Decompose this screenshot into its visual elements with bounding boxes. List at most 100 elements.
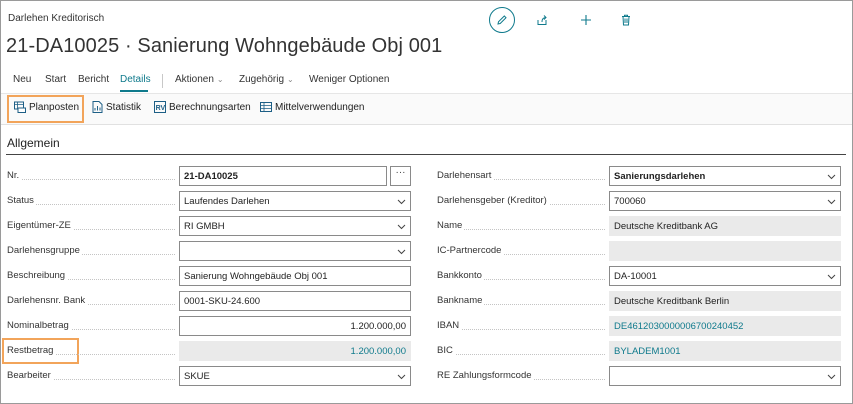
edit-icon <box>497 15 507 25</box>
highlight-planposten <box>7 95 84 123</box>
field-value: 700060 <box>614 196 646 207</box>
svg-text:RV: RV <box>156 105 166 112</box>
nominalbetrag-input[interactable]: 1.200.000,00 <box>179 316 411 336</box>
menu-aktionen-label: Aktionen <box>175 74 214 85</box>
add-button[interactable] <box>573 7 599 33</box>
chevron-down-icon <box>397 374 406 380</box>
chevron-down-icon: ⌄ <box>216 75 224 84</box>
field-label: BIC <box>437 345 455 356</box>
breadcrumb[interactable]: Darlehen Kreditorisch <box>8 13 104 24</box>
field-value: DA-10001 <box>614 271 657 282</box>
darlehensgruppe-select[interactable] <box>179 241 411 261</box>
chevron-down-icon <box>397 249 406 255</box>
field-label: Restbetrag <box>7 345 56 356</box>
delete-button[interactable] <box>613 7 639 33</box>
menu-details[interactable]: Details <box>120 74 151 85</box>
calculation-icon: RV <box>154 101 166 113</box>
darlehensgeber-select[interactable]: 700060 <box>609 191 841 211</box>
mittelverwendungen-label: Mittelverwendungen <box>275 101 365 113</box>
chevron-down-icon: ⌄ <box>287 75 294 84</box>
menu-start[interactable]: Start <box>45 74 66 85</box>
ic-partnercode-value <box>609 241 841 261</box>
field-darlehensgruppe: Darlehensgruppe <box>7 241 411 261</box>
berechnungsarten-label: Berechnungsarten <box>169 101 251 113</box>
menu-weniger-optionen[interactable]: Weniger Optionen <box>309 74 389 85</box>
field-label: Darlehensgeber (Kreditor) <box>437 195 549 206</box>
menu-aktionen[interactable]: Aktionen ⌄ <box>175 74 224 85</box>
leader-dots <box>7 179 175 180</box>
active-tab-indicator <box>120 90 148 92</box>
field-label: Darlehensart <box>437 170 494 181</box>
field-bankkonto: Bankkonto DA-10001 <box>437 266 841 286</box>
berechnungsarten-button[interactable]: RV Berechnungsarten <box>154 101 251 113</box>
table-icon <box>260 102 272 112</box>
field-label: Bearbeiter <box>7 370 53 381</box>
chevron-down-icon <box>397 224 406 230</box>
beschreibung-input[interactable]: Sanierung Wohngebäude Obj 001 <box>179 266 411 286</box>
delete-icon <box>622 14 630 26</box>
page-frame: Darlehen Kreditorisch 21-DA10025 · Sanie… <box>0 0 853 404</box>
field-re-zahlungsformcode: RE Zahlungsformcode <box>437 366 841 386</box>
field-nominalbetrag: Nominalbetrag 1.200.000,00 <box>7 316 411 336</box>
share-icon <box>537 15 547 25</box>
mittelverwendungen-button[interactable]: Mittelverwendungen <box>260 101 365 113</box>
field-nr: Nr. 21-DA10025 ··· <box>7 166 411 186</box>
page-title: 21-DA10025 · Sanierung Wohngebäude Obj 0… <box>6 35 443 57</box>
field-label: Eigentümer-ZE <box>7 220 73 231</box>
field-value: RI GMBH <box>184 221 225 232</box>
field-iban: IBAN DE46120300000067002404​52 <box>437 316 841 336</box>
menu-zugehoerig-label: Zugehörig <box>239 74 285 85</box>
statistics-icon <box>92 101 103 113</box>
darlehensnr-bank-input[interactable]: 0001-SKU-24.600 <box>179 291 411 311</box>
iban-value[interactable]: DE46120300000067002404​52 <box>609 316 841 336</box>
field-status: Status Laufendes Darlehen <box>7 191 411 211</box>
eigentuemer-ze-select[interactable]: RI GMBH <box>179 216 411 236</box>
bic-value[interactable]: BYLADEM1001 <box>609 341 841 361</box>
bankkonto-select[interactable]: DA-10001 <box>609 266 841 286</box>
bearbeiter-select[interactable]: SKUE <box>179 366 411 386</box>
menu-bericht[interactable]: Bericht <box>78 74 109 85</box>
field-bankname: Bankname Deutsche Kreditbank Berlin <box>437 291 841 311</box>
menu-zugehoerig[interactable]: Zugehörig ⌄ <box>239 74 294 85</box>
restbetrag-value[interactable]: 1.200.000,00 <box>179 341 411 361</box>
bankname-value: Deutsche Kreditbank Berlin <box>609 291 841 311</box>
field-eigentuemer-ze: Eigentümer-ZE RI GMBH <box>7 216 411 236</box>
nr-input[interactable]: 21-DA10025 <box>179 166 387 186</box>
field-label: IC-Partnercode <box>437 245 504 256</box>
field-beschreibung: Beschreibung Sanierung Wohngebäude Obj 0… <box>7 266 411 286</box>
field-label: Nominalbetrag <box>7 320 71 331</box>
leader-dots <box>437 329 605 330</box>
status-select[interactable]: Laufendes Darlehen <box>179 191 411 211</box>
assist-edit-button[interactable]: ··· <box>390 166 411 186</box>
field-label: Beschreibung <box>7 270 68 281</box>
field-label: RE Zahlungsformcode <box>437 370 534 381</box>
menu-neu[interactable]: Neu <box>13 74 31 85</box>
field-name: Name Deutsche Kreditbank AG <box>437 216 841 236</box>
share-button[interactable] <box>529 7 555 33</box>
section-title[interactable]: Allgemein <box>7 136 60 150</box>
statistik-label: Statistik <box>106 101 142 113</box>
add-icon <box>581 15 591 25</box>
chevron-down-icon <box>827 374 836 380</box>
chevron-down-icon <box>827 199 836 205</box>
field-label: Status <box>7 195 36 206</box>
promoted-actions-bar: Planposten Statistik RV Berechnungsarten… <box>1 94 852 124</box>
field-value: SKUE <box>184 371 210 382</box>
field-label: IBAN <box>437 320 462 331</box>
statistik-button[interactable]: Statistik <box>92 101 141 113</box>
section-divider <box>6 154 846 155</box>
field-label: Darlehensgruppe <box>7 245 82 256</box>
field-label: Bankkonto <box>437 270 484 281</box>
edit-button[interactable] <box>489 7 515 33</box>
field-bic: BIC BYLADEM1001 <box>437 341 841 361</box>
darlehensart-select[interactable]: Sanierungsdarlehen <box>609 166 841 186</box>
field-label: Name <box>437 220 465 231</box>
field-label: Nr. <box>7 170 22 181</box>
field-label: Bankname <box>437 295 485 306</box>
field-darlehensgeber: Darlehensgeber (Kreditor) 700060 <box>437 191 841 211</box>
field-value: Sanierungsdarlehen <box>614 171 706 182</box>
field-value: Laufendes Darlehen <box>184 196 270 207</box>
re-zahlungsformcode-select[interactable] <box>609 366 841 386</box>
leader-dots <box>437 354 605 355</box>
menu-separator <box>162 74 163 88</box>
